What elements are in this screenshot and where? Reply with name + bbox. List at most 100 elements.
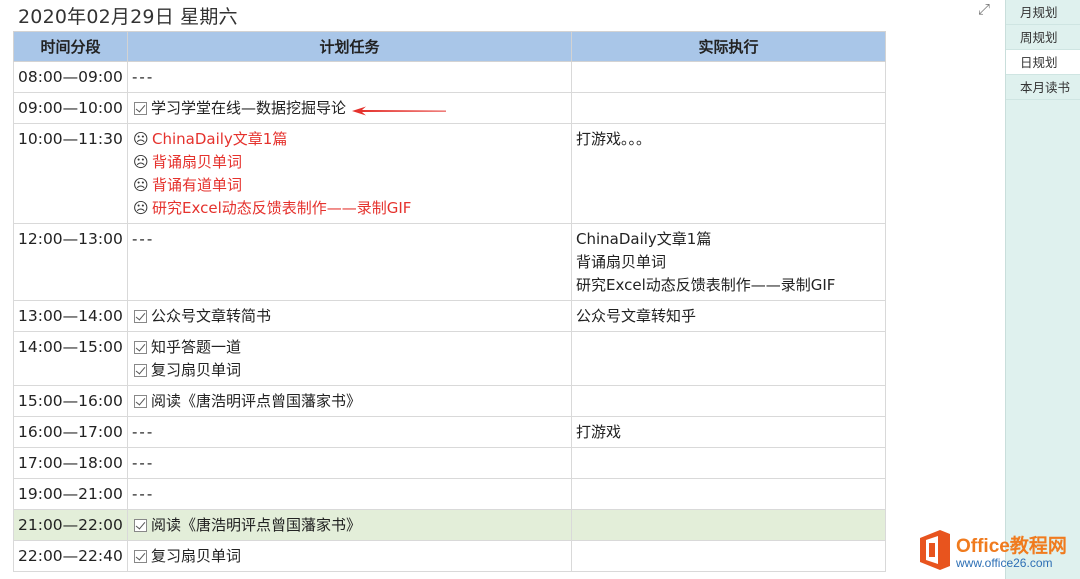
actual-cell[interactable] [571, 540, 886, 572]
task-text: 背诵扇贝单词 [152, 153, 243, 171]
task-text: --- [132, 423, 155, 441]
page-tab-month-plan[interactable]: 月规划 [1006, 0, 1080, 25]
time-cell[interactable]: 15:00—16:00 [13, 385, 128, 417]
task-text: --- [132, 230, 155, 248]
time-cell[interactable]: 09:00—10:00 [13, 92, 128, 124]
frown-face-icon[interactable]: ☹ [133, 178, 149, 193]
checkbox-checked-icon[interactable] [134, 550, 147, 563]
frown-face-icon[interactable]: ☹ [133, 155, 149, 170]
time-cell[interactable]: 14:00—15:00 [13, 331, 128, 386]
checkbox-checked-icon[interactable] [134, 395, 147, 408]
checkbox-checked-icon[interactable] [134, 341, 147, 354]
task-item: ☹ ChinaDaily文章1篇 [132, 128, 567, 151]
actual-cell[interactable] [571, 509, 886, 541]
plan-cell[interactable]: --- [127, 447, 572, 479]
actual-item: ChinaDaily文章1篇 [576, 230, 712, 248]
plan-cell[interactable]: --- [127, 61, 572, 93]
actual-item: 背诵扇贝单词 [576, 253, 667, 271]
red-arrow-annotation [352, 106, 446, 116]
expand-icon[interactable]: ⤢ [978, 0, 990, 18]
checkbox-checked-icon[interactable] [134, 364, 147, 377]
table-row: 15:00—16:00 阅读《唐浩明评点曾国藩家书》 [13, 385, 886, 417]
actual-cell[interactable] [571, 92, 886, 124]
page-tab-day-plan[interactable]: 日规划 [1006, 50, 1080, 75]
checkbox-checked-icon[interactable] [134, 519, 147, 532]
table-row: 22:00—22:40 复习扇贝单词 [13, 540, 886, 572]
actual-cell[interactable] [571, 478, 886, 510]
task-text: ChinaDaily文章1篇 [152, 130, 288, 148]
actual-cell[interactable]: 打游戏 [571, 416, 886, 448]
plan-cell[interactable]: 知乎答题一道复习扇贝单词 [127, 331, 572, 386]
plan-cell[interactable]: 复习扇贝单词 [127, 540, 572, 572]
actual-item: 打游戏 [576, 423, 622, 441]
task-text: 公众号文章转简书 [151, 307, 272, 325]
plan-cell[interactable]: ☹ ChinaDaily文章1篇 ☹ 背诵扇贝单词 ☹ 背诵有道单词 ☹ 研究Excel动态反… [127, 123, 572, 224]
header-plan[interactable]: 计划任务 [127, 31, 572, 62]
actual-item: 打游戏。。。 [576, 130, 652, 148]
time-cell[interactable]: 08:00—09:00 [13, 61, 128, 93]
table-row: 12:00—13:00 --- ChinaDaily文章1篇 背诵扇贝单词 研究Exce… [13, 223, 886, 301]
plan-cell[interactable]: --- [127, 478, 572, 510]
table-header-row: 时间分段 计划任务 实际执行 [13, 31, 886, 62]
task-item: 复习扇贝单词 [132, 359, 567, 382]
time-cell[interactable]: 21:00—22:00 [13, 509, 128, 541]
plan-cell[interactable]: 学习学堂在线—数据挖掘导论 [127, 92, 572, 124]
page-title[interactable]: 2020年02月29日 星期六 [18, 2, 238, 29]
task-item: --- [132, 66, 567, 89]
plan-cell[interactable]: 阅读《唐浩明评点曾国藩家书》 [127, 385, 572, 417]
watermark: Office教程网 www.office26.com [918, 528, 1080, 576]
checkbox-checked-icon[interactable] [134, 310, 147, 323]
time-cell[interactable]: 19:00—21:00 [13, 478, 128, 510]
time-cell[interactable]: 16:00—17:00 [13, 416, 128, 448]
page-tab-week-plan[interactable]: 周规划 [1006, 25, 1080, 50]
task-item: 公众号文章转简书 [132, 305, 567, 328]
time-cell[interactable]: 22:00—22:40 [13, 540, 128, 572]
actual-cell[interactable] [571, 61, 886, 93]
actual-cell[interactable]: ChinaDaily文章1篇 背诵扇贝单词 研究Excel动态反馈表制作——录制GI… [571, 223, 886, 301]
task-text: --- [132, 454, 155, 472]
task-item: 知乎答题一道 [132, 336, 567, 359]
task-item: ☹ 背诵扇贝单词 [132, 151, 567, 174]
task-item: 复习扇贝单词 [132, 545, 567, 568]
office-logo-icon [920, 530, 950, 570]
time-cell[interactable]: 17:00—18:00 [13, 447, 128, 479]
plan-cell[interactable]: 公众号文章转简书 [127, 300, 572, 332]
time-cell[interactable]: 10:00—11:30 [13, 123, 128, 224]
task-item: --- [132, 452, 567, 475]
table-row: 16:00—17:00 --- 打游戏 [13, 416, 886, 448]
table-row: 19:00—21:00 --- [13, 478, 886, 510]
task-item: 学习学堂在线—数据挖掘导论 [132, 97, 567, 120]
table-body: 08:00—09:00 --- 09:00—10:00 学习学堂在线—数据挖掘导论 10… [13, 61, 886, 572]
actual-cell[interactable]: 公众号文章转知乎 [571, 300, 886, 332]
checkbox-checked-icon[interactable] [134, 102, 147, 115]
actual-cell[interactable] [571, 331, 886, 386]
task-text: 复习扇贝单词 [151, 361, 242, 379]
plan-cell[interactable]: --- [127, 223, 572, 301]
task-text: 学习学堂在线—数据挖掘导论 [151, 99, 347, 117]
watermark-url: www.office26.com [956, 556, 1053, 570]
table-row: 08:00—09:00 --- [13, 61, 886, 93]
actual-cell[interactable]: 打游戏。。。 [571, 123, 886, 224]
table-row: 17:00—18:00 --- [13, 447, 886, 479]
plan-cell[interactable]: 阅读《唐浩明评点曾国藩家书》 [127, 509, 572, 541]
frown-face-icon[interactable]: ☹ [133, 132, 149, 147]
task-text: --- [132, 68, 155, 86]
watermark-brand: Office教程网 [956, 536, 1067, 557]
task-text: 阅读《唐浩明评点曾国藩家书》 [151, 516, 362, 534]
task-item: --- [132, 483, 567, 506]
sidebar-gap [915, 0, 1005, 579]
actual-cell[interactable] [571, 447, 886, 479]
time-cell[interactable]: 13:00—14:00 [13, 300, 128, 332]
note-page: 2020年02月29日 星期六 时间分段 计划任务 实际执行 08:00—09:… [0, 0, 915, 579]
plan-cell[interactable]: --- [127, 416, 572, 448]
time-cell[interactable]: 12:00—13:00 [13, 223, 128, 301]
header-actual[interactable]: 实际执行 [571, 31, 886, 62]
task-text: 背诵有道单词 [152, 176, 243, 194]
header-time[interactable]: 时间分段 [13, 31, 128, 62]
frown-face-icon[interactable]: ☹ [133, 201, 149, 216]
page-tab-monthly-reading[interactable]: 本月读书 [1006, 75, 1080, 100]
table-row: 14:00—15:00 知乎答题一道复习扇贝单词 [13, 331, 886, 386]
task-text: 研究Excel动态反馈表制作——录制GIF [152, 199, 412, 217]
task-item: ☹ 研究Excel动态反馈表制作——录制GIF [132, 197, 567, 220]
actual-cell[interactable] [571, 385, 886, 417]
